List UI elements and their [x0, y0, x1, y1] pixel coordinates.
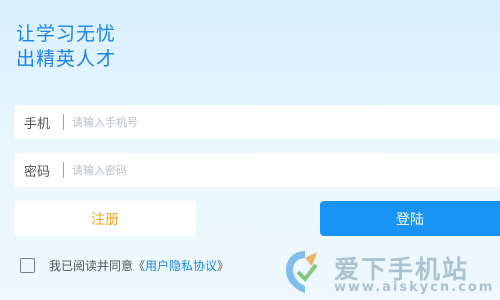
agreement-checkbox[interactable]: [20, 258, 35, 273]
password-divider: [63, 162, 64, 178]
agreement-suffix: 》: [217, 259, 230, 273]
privacy-policy-link[interactable]: 用户隐私协议: [145, 257, 217, 274]
agreement-row: 我已阅读并同意《 用户隐私协议 》: [20, 257, 229, 274]
login-button[interactable]: 登陆: [320, 201, 500, 236]
agreement-prefix: 我已阅读并同意《: [49, 259, 146, 273]
password-input[interactable]: [72, 163, 452, 177]
watermark-url: www.aiskycn.com: [334, 280, 495, 295]
watermark-logo-icon: [286, 251, 318, 293]
phone-field[interactable]: 手机: [14, 105, 500, 139]
site-watermark: 爱下手机站 www.aiskycn.com: [278, 246, 500, 300]
phone-label: 手机: [24, 116, 51, 132]
slogan-line-2: 出精英人才: [16, 48, 117, 70]
phone-input[interactable]: [72, 115, 452, 129]
watermark-brand: 爱下手机站: [334, 255, 470, 284]
register-button[interactable]: 注册: [14, 201, 196, 236]
slogan: 让学习无忧 出精英人才: [16, 22, 116, 72]
phone-divider: [63, 114, 64, 130]
password-field[interactable]: 密码: [14, 153, 500, 187]
password-label: 密码: [24, 164, 51, 180]
slogan-line-1: 让学习无忧: [16, 23, 117, 45]
